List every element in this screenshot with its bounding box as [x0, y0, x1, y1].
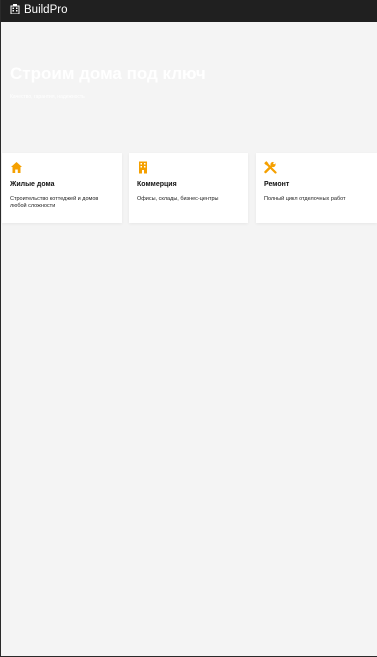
- service-title: Жилые дома: [10, 181, 55, 188]
- office-building-icon: [137, 161, 150, 174]
- service-card-residential[interactable]: Жилые дома Строительство коттеджей и дом…: [2, 153, 122, 223]
- service-card-renovation[interactable]: Ремонт Полный цикл отделочных работ: [256, 153, 377, 223]
- brand-logo[interactable]: BuildPro: [10, 4, 68, 17]
- hero-title: Строим дома под ключ: [10, 64, 206, 83]
- hero-subtitle: Качество, гарантия, надежность: [10, 94, 85, 100]
- brand-name: BuildPro: [24, 4, 68, 17]
- service-card-commercial[interactable]: Коммерция Офисы, склады, бизнес-центры: [129, 153, 248, 223]
- service-description: Строительство коттеджей и домов любой сл…: [10, 196, 99, 209]
- service-description: Полный цикл отделочных работ: [264, 196, 346, 202]
- service-title: Коммерция: [137, 181, 177, 188]
- hero-section: Строим дома под ключ Качество, гарантия,…: [0, 22, 377, 142]
- service-title: Ремонт: [264, 181, 290, 188]
- home-icon: [10, 161, 23, 174]
- top-navbar: BuildPro: [0, 0, 377, 22]
- service-description: Офисы, склады, бизнес-центры: [137, 196, 219, 202]
- tools-icon: [264, 161, 277, 174]
- building-icon: [10, 4, 20, 15]
